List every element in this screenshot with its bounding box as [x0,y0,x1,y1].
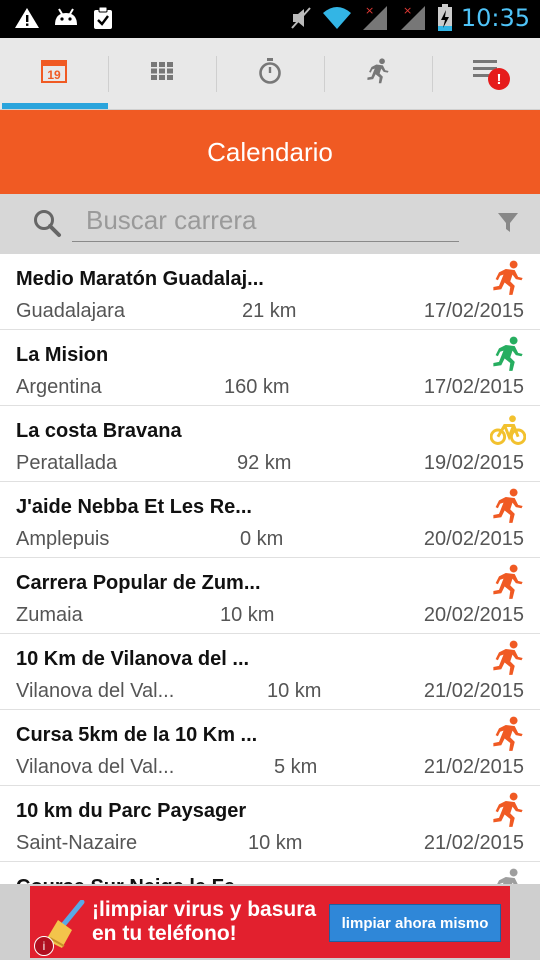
race-date: 19/02/2015 [423,452,524,474]
runner-icon [490,716,526,757]
race-distance: 160 km [224,376,290,398]
race-name: La costa Bravana [16,420,182,442]
runner-icon [490,564,526,605]
race-distance: 10 km [248,832,303,854]
tab-bar: 19 ! [0,38,540,110]
tab-runner[interactable] [324,38,432,109]
cycling-icon [489,412,527,453]
race-location: Amplepuis [16,528,110,550]
calendar-icon: 19 [41,59,67,88]
race-date: 17/02/2015 [423,376,524,398]
race-name: La Mision [16,344,109,366]
race-name: Medio Maratón Guadalaj... [16,268,264,290]
svg-text:×: × [403,4,412,17]
ad-banner[interactable]: ¡limpiar virus y basura en tu teléfono! … [30,886,510,958]
signal-icon: × [399,4,429,32]
status-time: 10:35 [460,4,530,32]
runner-icon [490,792,526,833]
notification-badge: ! [488,68,510,90]
ad-text: ¡limpiar virus y basura en tu teléfono! [92,898,332,946]
svg-text:×: × [365,4,374,17]
tab-timer[interactable] [216,38,324,109]
race-list-item[interactable]: J'aide Nebba Et Les Re... Amplepuis 0 km 20… [0,482,540,558]
calendar-date-number: 19 [47,68,61,82]
race-date: 21/02/2015 [423,680,524,702]
race-distance: 10 km [267,680,322,702]
warning-icon [14,6,40,30]
status-bar: × × 10:35 [0,0,540,38]
search-bar [0,194,540,254]
race-list-item[interactable]: 10 km du Parc Paysager Saint-Nazaire 10 km… [0,786,540,862]
race-list-item[interactable]: Cursa 5km de la 10 Km ... Vilanova del Va… [0,710,540,786]
runner-icon [490,488,526,529]
race-list-item[interactable]: Course Sur Neige le Fe... [0,862,540,884]
race-list-item[interactable]: Carrera Popular de Zum... Zumaia 10 km 20/0… [0,558,540,634]
clipboard-check-icon [92,6,114,30]
ad-container: ¡limpiar virus y basura en tu teléfono! … [0,884,540,960]
race-name: Cursa 5km de la 10 Km ... [16,724,258,746]
race-name: Course Sur Neige le Fe... [16,876,252,884]
race-date: 17/02/2015 [423,300,524,322]
runner-icon [490,640,526,681]
filter-icon[interactable] [497,212,519,239]
runner-icon [490,868,526,884]
race-list-item[interactable]: 10 Km de Vilanova del ... Vilanova del Va… [0,634,540,710]
race-location: Saint-Nazaire [16,832,138,854]
race-list-item[interactable]: La Mision Argentina 160 km 17/02/2015 [0,330,540,406]
race-name: 10 Km de Vilanova del ... [16,648,250,670]
battery-charging-icon [437,4,453,32]
grid-icon [151,62,173,85]
race-name: J'aide Nebba Et Les Re... [16,496,252,518]
tab-notifications[interactable]: ! [432,38,540,109]
race-date: 21/02/2015 [423,832,524,854]
tab-calendar[interactable]: 19 [0,38,108,109]
race-name: 10 km du Parc Paysager [16,800,247,822]
search-icon[interactable] [32,208,62,243]
android-icon [52,7,80,29]
race-distance: 10 km [220,604,275,626]
race-list: Medio Maratón Guadalaj... Guadalajara 21 k… [0,254,540,884]
race-list-item[interactable]: La costa Bravana Peratallada 92 km 19/02/20… [0,406,540,482]
race-distance: 21 km [242,300,297,322]
race-distance: 92 km [237,452,292,474]
tab-grid[interactable] [108,38,216,109]
mute-icon [289,5,313,31]
ad-text-line1: ¡limpiar virus y basura [92,898,317,921]
race-distance: 5 km [274,756,318,778]
race-distance: 0 km [240,528,284,550]
race-location: Peratallada [16,452,118,474]
runner-icon [490,260,526,301]
ad-text-line2: en tu teléfono! [92,922,237,945]
race-list-item[interactable]: Medio Maratón Guadalaj... Guadalajara 21 k… [0,254,540,330]
race-date: 20/02/2015 [423,604,524,626]
runner-icon [490,336,526,377]
race-location: Guadalajara [16,300,125,322]
race-location: Argentina [16,376,102,398]
ad-cta-button[interactable]: limpiar ahora mismo [329,904,501,942]
race-location: Vilanova del Val... [16,680,175,702]
runner-icon [365,57,391,90]
wifi-icon [321,5,353,31]
race-location: Zumaia [16,604,83,626]
page-title: Calendario [0,110,540,194]
search-input[interactable] [72,200,459,242]
race-date: 21/02/2015 [423,756,524,778]
race-location: Vilanova del Val... [16,756,175,778]
signal-icon: × [361,4,391,32]
info-icon[interactable]: i [34,936,54,956]
stopwatch-icon [258,58,282,89]
race-name: Carrera Popular de Zum... [16,572,261,594]
race-date: 20/02/2015 [423,528,524,550]
